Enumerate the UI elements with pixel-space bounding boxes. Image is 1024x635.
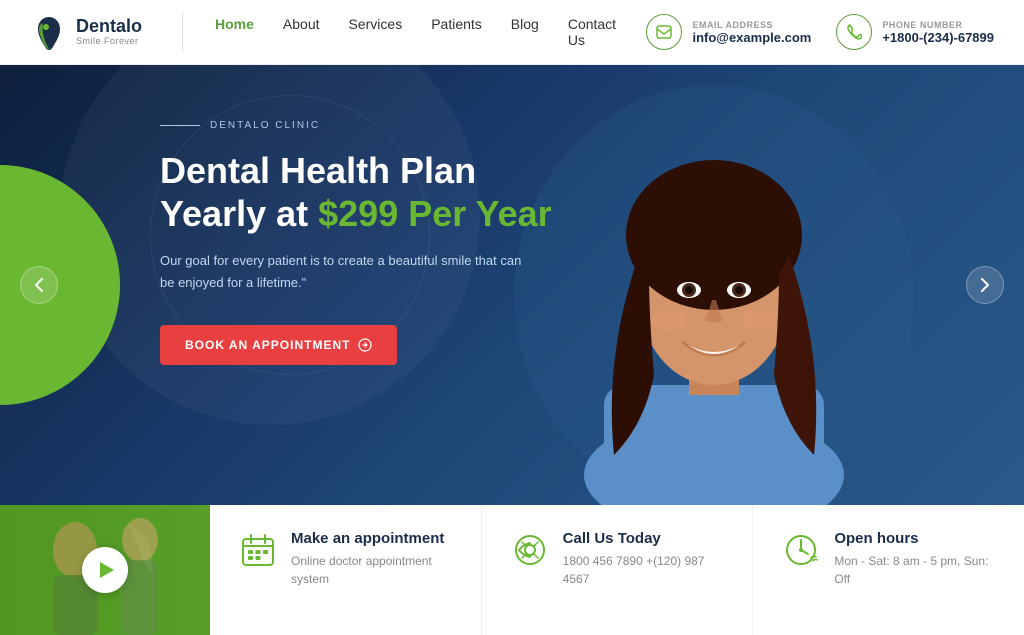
calendar-icon [240, 532, 276, 575]
callus-text: Call Us Today 1800 456 7890 +(120) 987 4… [563, 530, 723, 588]
nav-patients[interactable]: Patients [419, 8, 494, 56]
arrow-circle-icon [358, 338, 372, 352]
nav-home[interactable]: Home [203, 8, 266, 56]
logo[interactable]: Dentalo Smile Forever [30, 13, 142, 51]
email-icon [646, 14, 682, 50]
hours-info-item: Open hours Mon - Sat: 8 am - 5 pm, Sun: … [753, 505, 1024, 635]
play-icon [100, 562, 114, 578]
nav-about[interactable]: About [271, 8, 332, 56]
nav-blog[interactable]: Blog [499, 8, 551, 56]
bottom-info-strip: Make an appointment Online doctor appoin… [0, 505, 1024, 635]
pre-title-line [160, 125, 200, 127]
phone-text: PHONE NUMBER +1800-(234)-67899 [882, 20, 994, 45]
next-slide-button[interactable] [966, 266, 1004, 304]
header-divider [182, 12, 183, 52]
appointment-text: Make an appointment Online doctor appoin… [291, 530, 451, 588]
phone-rotary-icon [512, 532, 548, 575]
hero-description: Our goal for every patient is to create … [160, 250, 530, 294]
logo-icon [30, 13, 68, 51]
book-appointment-button[interactable]: BOOK AN APPOINTMENT [160, 325, 397, 365]
header-contact: EMAIL ADDRESS info@example.com PHONE NUM… [646, 14, 994, 50]
email-contact: EMAIL ADDRESS info@example.com [646, 14, 811, 50]
prev-slide-button[interactable] [20, 266, 58, 304]
email-text: EMAIL ADDRESS info@example.com [692, 20, 811, 45]
hero-section: DENTALO CLINIC Dental Health Plan Yearly… [0, 65, 1024, 505]
clock-icon [783, 532, 819, 575]
nav-contact[interactable]: Contact Us [556, 8, 647, 56]
hero-title: Dental Health Plan Yearly at $299 Per Ye… [160, 149, 580, 235]
nav-services[interactable]: Services [337, 8, 415, 56]
main-nav: Home About Services Patients Blog Contac… [203, 8, 646, 56]
site-header: Dentalo Smile Forever Home About Service… [0, 0, 1024, 65]
logo-text: Dentalo Smile Forever [76, 17, 142, 47]
phone-contact: PHONE NUMBER +1800-(234)-67899 [836, 14, 994, 50]
phone-icon [836, 14, 872, 50]
hero-content: DENTALO CLINIC Dental Health Plan Yearly… [160, 120, 580, 365]
play-button[interactable] [82, 547, 128, 593]
video-thumbnail[interactable] [0, 505, 210, 635]
callus-info-item: Call Us Today 1800 456 7890 +(120) 987 4… [482, 505, 754, 635]
info-items: Make an appointment Online doctor appoin… [210, 505, 1024, 635]
hero-pre-title: DENTALO CLINIC [160, 120, 580, 131]
appointment-info-item: Make an appointment Online doctor appoin… [210, 505, 482, 635]
hours-text: Open hours Mon - Sat: 8 am - 5 pm, Sun: … [834, 530, 994, 588]
